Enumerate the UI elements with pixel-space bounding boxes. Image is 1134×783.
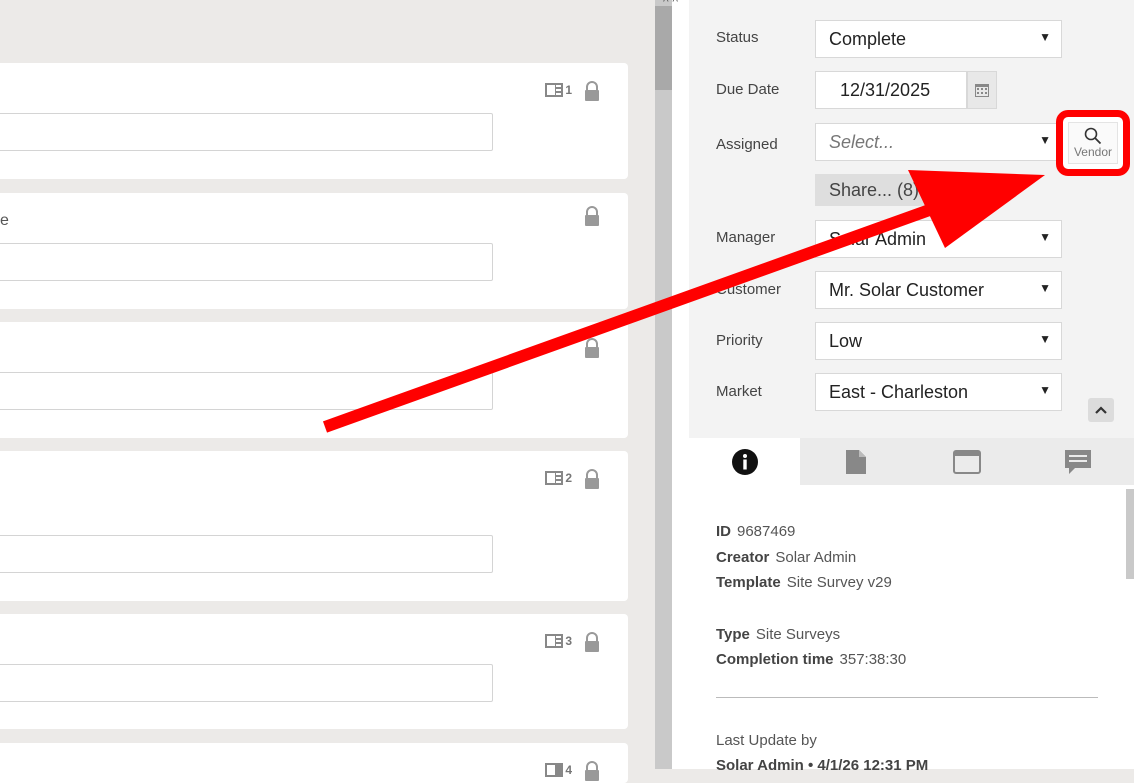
vendor-highlight-box: Vendor <box>1056 110 1130 176</box>
scrollbar-thumb[interactable] <box>655 6 672 90</box>
chevron-up-icon <box>1095 406 1107 414</box>
doc-count-badge[interactable]: 3 <box>545 632 572 650</box>
lock-icon <box>585 761 599 781</box>
text-field[interactable] <box>0 535 493 573</box>
priority-value: Low <box>829 331 863 351</box>
divider <box>716 697 1098 698</box>
document-list-icon <box>545 763 564 777</box>
market-select[interactable]: East - Charleston ▼ <box>815 373 1062 411</box>
chevron-down-icon: ▼ <box>1039 30 1051 44</box>
tab-info[interactable] <box>689 438 801 485</box>
form-card: 1 <box>0 63 628 179</box>
document-icon <box>845 449 866 474</box>
status-label: Status <box>716 29 759 46</box>
info-last-update-value: Solar Admin • 4/1/26 12:31 PM <box>716 757 929 774</box>
due-date-input[interactable]: 12/31/2025 <box>815 71 967 109</box>
text-field[interactable] <box>0 372 493 410</box>
collapse-arrows-icon[interactable]: ˄˄ <box>655 0 689 6</box>
info-panel: ID 9687469 Creator Solar Admin Template Sit… <box>689 485 1134 774</box>
tab-documents[interactable] <box>800 438 911 485</box>
collapse-button[interactable] <box>1088 398 1114 422</box>
status-value: Complete <box>829 29 907 49</box>
lock-icon <box>585 338 599 358</box>
due-date-value: 12/31/2025 <box>840 80 931 100</box>
info-completion-time: Completion time 357:38:30 <box>716 651 907 668</box>
manager-value: Solar Admin <box>829 229 927 249</box>
detail-tabs <box>689 438 1134 485</box>
chevron-down-icon: ▼ <box>1039 281 1051 295</box>
info-type: Type Site Surveys <box>716 626 841 643</box>
comment-icon <box>1065 449 1092 474</box>
doc-count: 1 <box>565 83 572 97</box>
text-field[interactable] <box>0 243 493 281</box>
info-creator: Creator Solar Admin <box>716 549 857 566</box>
document-list-icon <box>545 83 564 97</box>
window-icon <box>953 449 982 474</box>
info-icon <box>731 448 758 475</box>
scrollbar-track[interactable] <box>655 0 672 769</box>
info-template: Template Site Survey v29 <box>716 574 892 591</box>
text-field[interactable] <box>0 113 493 151</box>
search-icon <box>1084 127 1102 145</box>
doc-count: 2 <box>565 471 572 485</box>
doc-count-badge[interactable]: 1 <box>545 81 572 99</box>
customer-value: Mr. Solar Customer <box>829 280 985 300</box>
manager-label: Manager <box>716 229 776 246</box>
chevron-down-icon: ▼ <box>1039 332 1051 346</box>
document-list-icon <box>545 471 564 485</box>
document-list-icon <box>545 634 564 648</box>
form-card: e <box>0 193 628 309</box>
doc-count-badge[interactable]: 2 <box>545 469 572 487</box>
vendor-search-button[interactable]: Vendor <box>1068 122 1118 164</box>
calendar-icon <box>975 84 989 97</box>
chevron-down-icon: ▼ <box>1039 230 1051 244</box>
form-area: 1 e 2 3 4 <box>0 0 655 783</box>
form-card: 2 <box>0 451 628 601</box>
info-id: ID 9687469 <box>716 523 796 540</box>
lock-icon <box>585 632 599 652</box>
lock-icon <box>585 469 599 489</box>
doc-count: 4 <box>565 763 572 777</box>
doc-count-badge[interactable]: 4 <box>545 761 572 779</box>
info-last-update-label: Last Update by <box>716 732 817 749</box>
form-card <box>0 322 628 438</box>
form-card: 3 <box>0 614 628 729</box>
share-button[interactable]: Share... (8) <box>815 174 931 206</box>
assigned-select[interactable]: Select... ▼ <box>815 123 1062 161</box>
properties-panel: Status Complete ▼ Due Date 12/31/2025 As… <box>689 0 1134 438</box>
calendar-button[interactable] <box>967 71 997 109</box>
market-value: East - Charleston <box>829 382 969 402</box>
form-scrollbar[interactable]: ˄˄ <box>655 0 689 769</box>
form-card: 4 <box>0 743 628 783</box>
lock-icon <box>585 206 599 226</box>
customer-label: Customer <box>716 281 782 298</box>
priority-label: Priority <box>716 332 763 349</box>
due-date-label: Due Date <box>716 81 780 98</box>
priority-select[interactable]: Low ▼ <box>815 322 1062 360</box>
doc-count: 3 <box>565 634 572 648</box>
vendor-label: Vendor <box>1073 145 1113 159</box>
info-scrollbar[interactable] <box>1126 489 1134 579</box>
chevron-down-icon: ▼ <box>1039 133 1051 147</box>
field-label: e <box>0 212 9 229</box>
customer-select[interactable]: Mr. Solar Customer ▼ <box>815 271 1062 309</box>
status-select[interactable]: Complete ▼ <box>815 20 1062 58</box>
tab-comments[interactable] <box>1023 438 1134 485</box>
chevron-down-icon: ▼ <box>1039 383 1051 397</box>
manager-select[interactable]: Solar Admin ▼ <box>815 220 1062 258</box>
text-field[interactable] <box>0 664 493 702</box>
market-label: Market <box>716 383 762 400</box>
assigned-placeholder: Select... <box>829 132 895 152</box>
lock-icon <box>585 81 599 101</box>
tab-window[interactable] <box>912 438 1023 485</box>
assigned-label: Assigned <box>716 136 778 153</box>
